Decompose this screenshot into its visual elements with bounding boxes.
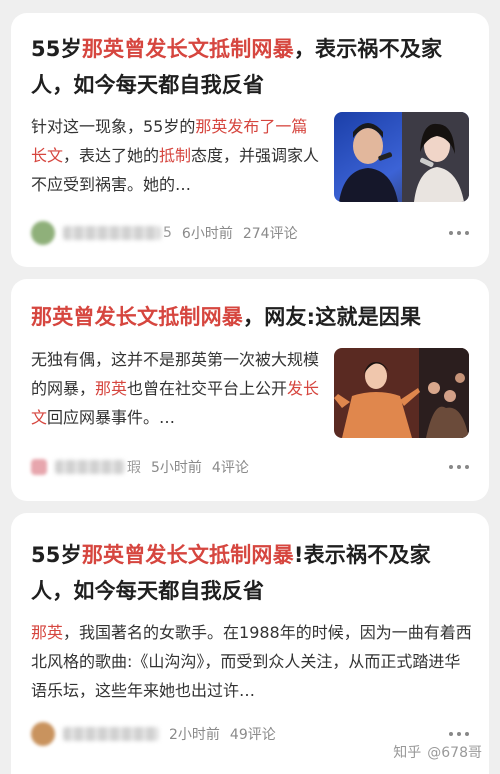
author-name-blurred[interactable] xyxy=(63,727,159,741)
card-meta: 瑕 5小时前 4评论 xyxy=(31,452,471,482)
title-text: 55岁 xyxy=(31,37,82,61)
avatar[interactable] xyxy=(31,722,55,746)
stage-photo-icon xyxy=(334,348,469,438)
title-highlight: 那英曾发长文抵制网暴 xyxy=(81,543,294,567)
card-title[interactable]: 那英曾发长文抵制网暴，网友:这就是因果 xyxy=(31,299,473,335)
excerpt-highlight: 那英 xyxy=(95,379,128,398)
comment-count[interactable]: 274评论 xyxy=(243,223,298,243)
excerpt-text: 回应网暴事件。… xyxy=(47,408,176,427)
excerpt-text: ，我国著名的女歌手。在1988年的时候，因为一曲有着西北风格的歌曲:《山沟沟》，… xyxy=(31,623,472,700)
card-thumbnail[interactable] xyxy=(334,112,469,202)
watermark-brand: 知乎 xyxy=(393,745,422,761)
feed-card[interactable]: 那英曾发长文抵制网暴，网友:这就是因果 无独有偶，这并不是那英第一次被大规模的网… xyxy=(11,279,489,501)
more-options-icon[interactable] xyxy=(447,724,471,744)
title-highlight: 那英曾发长文抵制网暴 xyxy=(81,37,294,61)
excerpt-text: 针对这一现象，55岁的 xyxy=(31,117,196,136)
author-name-blurred[interactable] xyxy=(55,460,125,474)
more-options-icon[interactable] xyxy=(447,457,471,477)
card-excerpt[interactable]: 针对这一现象，55岁的那英发布了一篇长文，表达了她的抵制态度，并强调家人不应受到… xyxy=(31,112,323,199)
card-title[interactable]: 55岁那英曾发长文抵制网暴!表示祸不及家人，如今每天都自我反省 xyxy=(31,537,473,609)
excerpt-text: 也曾在社交平台上公开 xyxy=(127,379,288,398)
author-name-tail: 瑕 xyxy=(127,460,141,476)
title-highlight: 那英曾发长文抵制网暴 xyxy=(31,305,243,329)
watermark-user: @678哥 xyxy=(427,745,482,761)
comment-count[interactable]: 4评论 xyxy=(212,457,249,477)
card-excerpt[interactable]: 那英，我国著名的女歌手。在1988年的时候，因为一曲有着西北风格的歌曲:《山沟沟… xyxy=(31,618,473,705)
more-options-icon[interactable] xyxy=(447,223,471,243)
feed-card[interactable]: 55岁那英曾发长文抵制网暴，表示祸不及家人，如今每天都自我反省 针对这一现象，5… xyxy=(11,13,489,267)
excerpt-highlight: 抵制 xyxy=(159,146,192,165)
comment-count[interactable]: 49评论 xyxy=(230,724,276,744)
avatar[interactable] xyxy=(31,459,47,475)
card-meta: 5 6小时前 274评论 xyxy=(31,218,471,248)
zhihu-watermark: 知乎 @678哥 xyxy=(393,742,482,762)
timestamp: 5小时前 xyxy=(151,460,202,476)
singers-photo-icon xyxy=(334,112,469,202)
card-thumbnail[interactable] xyxy=(334,348,469,438)
excerpt-highlight: 那英 xyxy=(31,623,64,642)
title-text: 55岁 xyxy=(31,543,82,567)
title-text: ，网友:这就是因果 xyxy=(243,305,422,329)
avatar[interactable] xyxy=(31,221,55,245)
card-excerpt[interactable]: 无独有偶，这并不是那英第一次被大规模的网暴，那英也曾在社交平台上公开发长文回应网… xyxy=(31,345,323,432)
excerpt-text: ，表达了她的 xyxy=(63,146,160,165)
feed-card[interactable]: 55岁那英曾发长文抵制网暴!表示祸不及家人，如今每天都自我反省 那英，我国著名的… xyxy=(11,513,489,774)
author-name-tail: 5 xyxy=(163,225,172,241)
author-name-blurred[interactable] xyxy=(63,226,161,240)
card-title[interactable]: 55岁那英曾发长文抵制网暴，表示祸不及家人，如今每天都自我反省 xyxy=(31,31,473,103)
timestamp: 2小时前 xyxy=(169,727,220,743)
timestamp: 6小时前 xyxy=(181,226,233,242)
